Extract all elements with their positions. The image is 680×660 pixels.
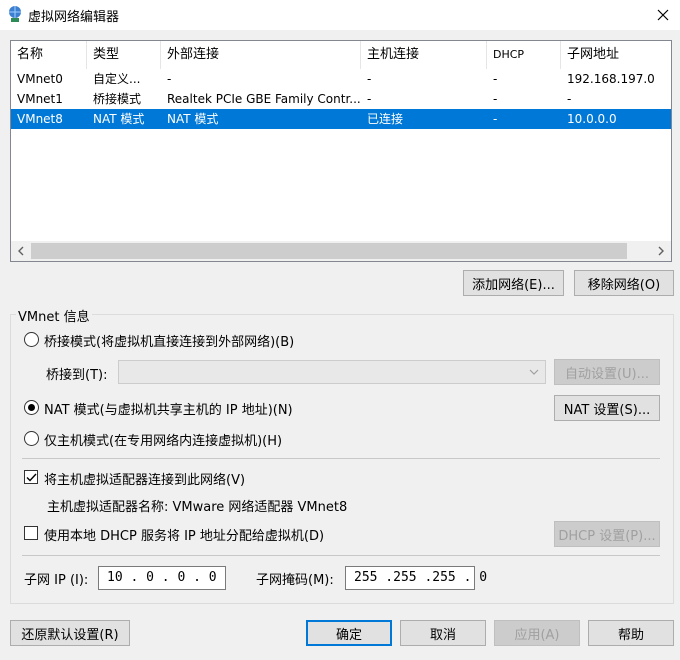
network-editor-icon [6,5,24,23]
host-only-mode-label[interactable]: 仅主机模式(在专用网络内连接虚拟机)(H) [44,430,282,449]
help-button[interactable]: 帮助 [588,620,674,646]
scroll-left-button[interactable] [11,241,31,261]
column-header-type[interactable]: 类型 [87,41,161,69]
apply-button[interactable]: 应用(A) [494,620,580,646]
nat-mode-label[interactable]: NAT 模式(与虚拟机共享主机的 IP 地址)(N) [44,399,293,418]
add-network-button[interactable]: 添加网络(E)... [463,270,564,296]
vmnet-info-group [10,314,674,604]
bridged-mode-label[interactable]: 桥接模式(将虚拟机直接连接到外部网络)(B) [44,331,294,350]
column-header-name[interactable]: 名称 [11,41,87,69]
subnet-ip-input[interactable]: 10 . 0 . 0 . 0 [98,566,226,590]
close-button[interactable] [648,2,678,28]
connect-adapter-checkbox[interactable] [24,470,38,484]
group-title: VMnet 信息 [16,306,92,325]
nat-settings-button[interactable]: NAT 设置(S)... [554,395,660,421]
network-list[interactable]: 名称 类型 外部连接 主机连接 DHCP 子网地址 VMnet0 自定义... … [10,40,672,262]
auto-settings-button[interactable]: 自动设置(U)... [554,359,660,385]
cell-type: 自定义... [93,72,141,86]
restore-defaults-button[interactable]: 还原默认设置(R) [10,620,130,646]
cell-name: VMnet0 [17,72,63,86]
dhcp-settings-button[interactable]: DHCP 设置(P)... [554,521,660,547]
cell-subnet: - [567,92,572,106]
column-header-dhcp[interactable]: DHCP [487,41,561,69]
bridge-to-select[interactable] [118,360,546,384]
cell-name: VMnet8 [17,112,63,126]
cell-name: VMnet1 [17,92,63,106]
cell-dhcp: - [493,112,498,126]
cell-dhcp: - [493,72,498,86]
column-header-subnet[interactable]: 子网地址 [561,41,671,69]
title-bar: 虚拟网络编辑器 [0,0,680,30]
cell-type: 桥接模式 [93,92,142,106]
chevron-left-icon [18,246,24,256]
dhcp-label[interactable]: 使用本地 DHCP 服务将 IP 地址分配给虚拟机(D) [44,525,324,544]
close-icon [657,9,669,21]
chevron-right-icon [658,246,664,256]
nat-mode-radio[interactable] [24,400,39,415]
cell-subnet: 192.168.197.0 [567,72,655,86]
table-row[interactable]: VMnet0 自定义... - - - 192.168.197.0 [11,69,671,89]
connect-adapter-label[interactable]: 将主机虚拟适配器连接到此网络(V) [44,469,245,488]
bridged-mode-radio[interactable] [24,332,39,347]
separator [22,458,660,459]
column-header-host[interactable]: 主机连接 [361,41,487,69]
scroll-thumb[interactable] [31,243,627,259]
table-row[interactable]: VMnet1 桥接模式 Realtek PCIe GBE Family Cont… [11,89,671,109]
dhcp-checkbox[interactable] [24,526,38,540]
cancel-button[interactable]: 取消 [400,620,486,646]
cell-type: NAT 模式 [93,112,145,126]
cell-external: - [167,72,172,86]
cell-host: - [367,72,372,86]
bridge-to-label: 桥接到(T): [46,368,108,383]
subnet-ip-label: 子网 IP (I): [24,573,89,588]
horizontal-scrollbar[interactable] [11,241,671,261]
cell-subnet: 10.0.0.0 [567,112,617,126]
list-header: 名称 类型 外部连接 主机连接 DHCP 子网地址 [11,41,671,69]
host-only-mode-radio[interactable] [24,431,39,446]
column-header-external[interactable]: 外部连接 [161,41,361,69]
chevron-down-icon [527,365,541,379]
separator [22,555,660,556]
ok-button[interactable]: 确定 [306,620,392,646]
cell-dhcp: - [493,92,498,106]
subnet-mask-label: 子网掩码(M): [256,573,334,588]
window-title: 虚拟网络编辑器 [28,10,120,25]
cell-external: Realtek PCIe GBE Family Contr... [167,92,361,106]
cell-external: NAT 模式 [167,112,219,126]
table-row-selected[interactable]: VMnet8 NAT 模式 NAT 模式 已连接 - 10.0.0.0 [11,109,671,129]
cell-host: - [367,92,372,106]
checkmark-icon [26,473,37,482]
scroll-right-button[interactable] [651,241,671,261]
subnet-mask-input[interactable]: 255 .255 .255 . 0 [345,566,487,590]
adapter-name-label: 主机虚拟适配器名称: VMware 网络适配器 VMnet8 [47,500,348,515]
remove-network-button[interactable]: 移除网络(O) [574,270,674,296]
cell-host: 已连接 [367,112,404,126]
